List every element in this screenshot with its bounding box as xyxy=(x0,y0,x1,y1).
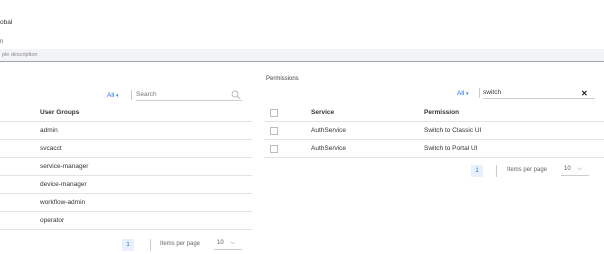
user-groups-panel: All ▾ Search User Groups admin svcacct s… xyxy=(0,68,252,254)
user-groups-header-row: User Groups xyxy=(0,104,252,122)
page-title: obal xyxy=(0,19,13,26)
page-number-button[interactable]: 1 xyxy=(471,165,483,177)
chevron-down-icon: ▾ xyxy=(116,93,119,99)
permissions-filter-dropdown[interactable]: All ▾ xyxy=(457,88,469,99)
items-per-page-label: Items per page xyxy=(160,241,201,247)
column-header-user-groups: User Groups xyxy=(40,109,80,116)
user-group-name: workflow-admin xyxy=(40,199,86,206)
service-cell: AuthService xyxy=(311,145,347,152)
filter-divider xyxy=(131,90,132,100)
row-checkbox[interactable] xyxy=(270,127,278,135)
table-row[interactable]: operator xyxy=(0,212,252,230)
table-row[interactable]: svcacct xyxy=(0,140,252,158)
permission-cell: Switch to Classic UI xyxy=(424,127,482,134)
user-groups-filter-dropdown[interactable]: All ▾ xyxy=(107,90,119,101)
items-per-page-select[interactable]: 10 ⌵ xyxy=(561,164,589,176)
permissions-header-row: Service Permission xyxy=(264,104,604,122)
permissions-panel: Permissions All ▾ switch ✕ Service Permi… xyxy=(264,68,604,254)
user-groups-search-input[interactable]: Search xyxy=(136,90,242,101)
user-group-name: device-manager xyxy=(40,181,87,188)
table-row[interactable]: workflow-admin xyxy=(0,194,252,212)
chevron-down-icon: ▾ xyxy=(466,91,469,97)
name-label: n xyxy=(0,39,4,45)
user-group-name: admin xyxy=(40,127,58,134)
user-group-name: svcacct xyxy=(40,145,62,152)
search-value: switch xyxy=(483,89,502,96)
column-header-permission: Permission xyxy=(424,109,460,116)
table-row[interactable]: AuthService Switch to Portal UI xyxy=(264,140,604,158)
page-number-button[interactable]: 1 xyxy=(122,239,134,251)
search-placeholder: Search xyxy=(136,91,157,98)
chevron-down-icon: ⌵ xyxy=(230,240,235,246)
items-per-page-value: 10 xyxy=(217,240,224,246)
filter-label: All xyxy=(107,92,115,99)
filter-divider xyxy=(479,88,480,98)
column-header-service: Service xyxy=(311,109,335,116)
description-field[interactable]: ple description xyxy=(0,49,604,62)
permissions-panel-title: Permissions xyxy=(266,76,299,82)
filter-label: All xyxy=(457,90,465,97)
row-checkbox[interactable] xyxy=(270,145,278,153)
chevron-down-icon: ⌵ xyxy=(577,166,582,172)
close-icon[interactable]: ✕ xyxy=(581,88,588,99)
search-icon[interactable] xyxy=(231,90,241,100)
items-per-page-value: 10 xyxy=(564,166,571,172)
pagination-divider xyxy=(150,239,151,251)
permissions-search-input[interactable]: switch xyxy=(483,88,595,99)
items-per-page-label: Items per page xyxy=(507,167,548,173)
user-group-name: operator xyxy=(40,217,65,224)
table-row[interactable]: admin xyxy=(0,122,252,140)
items-per-page-select[interactable]: 10 ⌵ xyxy=(214,238,242,250)
select-all-checkbox[interactable] xyxy=(270,109,278,117)
table-row[interactable]: service-manager xyxy=(0,158,252,176)
permission-cell: Switch to Portal UI xyxy=(424,145,478,152)
service-cell: AuthService xyxy=(311,127,347,134)
pagination-divider xyxy=(496,165,497,177)
table-row[interactable]: AuthService Switch to Classic UI xyxy=(264,122,604,140)
user-group-name: service-manager xyxy=(40,163,89,170)
table-row[interactable]: device-manager xyxy=(0,176,252,194)
